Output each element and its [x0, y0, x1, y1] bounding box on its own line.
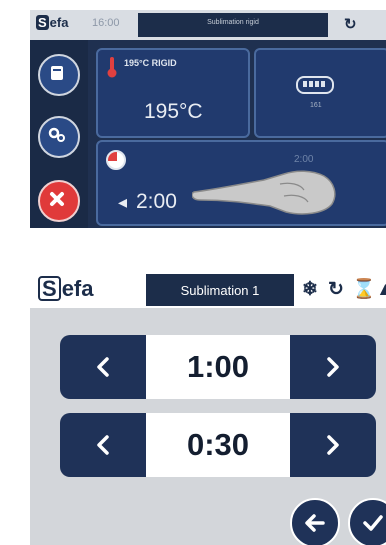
top-header: Sefa 16:00 Sublimation rigid ↻ [30, 10, 386, 40]
timer-dial-icon [106, 150, 126, 170]
top-program-name: Sublimation rigid [138, 13, 328, 37]
top-time: 16:00 [92, 17, 120, 29]
plate-card[interactable]: 161 [254, 48, 386, 138]
top-refresh-icon: ↻ [344, 16, 357, 33]
arrow-left-icon [305, 514, 325, 532]
back-button[interactable] [290, 498, 340, 545]
timer-arrow-icon: ◂ [118, 192, 128, 212]
plate-icon [296, 76, 334, 94]
time-stepper-1: 1:00 [60, 335, 376, 399]
chevron-right-icon [327, 435, 339, 455]
increase-button-2[interactable] [290, 413, 376, 477]
sefa-logo: Sefa [38, 276, 93, 302]
screen-header: Sefa Sublimation 1 ❄ ↻ ⌛ ▲ [30, 272, 386, 308]
chevron-left-icon [97, 435, 109, 455]
sidebar-stop-button[interactable] [38, 180, 80, 222]
temperature-card[interactable]: 195°C RIGID 195°C [96, 48, 250, 138]
temperature-label: 195°C RIGID [124, 58, 177, 68]
top-sidebar [30, 40, 88, 228]
thermometer-icon [107, 57, 117, 78]
snowflake-icon: ❄ [302, 279, 318, 300]
sidebar-program-button[interactable] [38, 54, 80, 96]
timer-value: 2:00 [136, 190, 177, 213]
sidebar-settings-button[interactable] [38, 116, 80, 158]
decrease-button-2[interactable] [60, 413, 146, 477]
time-stepper-2: 0:30 [60, 413, 376, 477]
document-icon [51, 66, 63, 80]
time-value-2: 0:30 [146, 413, 290, 477]
plate-label: 161 [310, 102, 322, 109]
confirm-button[interactable] [348, 498, 386, 545]
timer-adjust-screen: Sefa Sublimation 1 ❄ ↻ ⌛ ▲ 1:00 0:30 [30, 272, 386, 545]
chevron-right-icon [327, 357, 339, 377]
checkmark-icon [363, 515, 383, 531]
hourglass-icon: ⌛ [352, 279, 376, 300]
program-name: Sublimation 1 [146, 274, 294, 306]
extra-icon: ▲ [376, 279, 386, 300]
chevron-left-icon [97, 357, 109, 377]
refresh-icon: ↻ [328, 279, 344, 300]
time-value-1: 1:00 [146, 335, 290, 399]
device-photo: Sefa 16:00 Sublimation rigid ↻ 195°C RIG… [30, 10, 386, 228]
temperature-value: 195°C [144, 100, 203, 123]
pointing-hand-icon [192, 170, 336, 215]
decrease-button-1[interactable] [60, 335, 146, 399]
gears-icon [48, 127, 65, 142]
top-logo: Sefa [36, 15, 69, 30]
close-icon [50, 192, 64, 206]
increase-button-1[interactable] [290, 335, 376, 399]
